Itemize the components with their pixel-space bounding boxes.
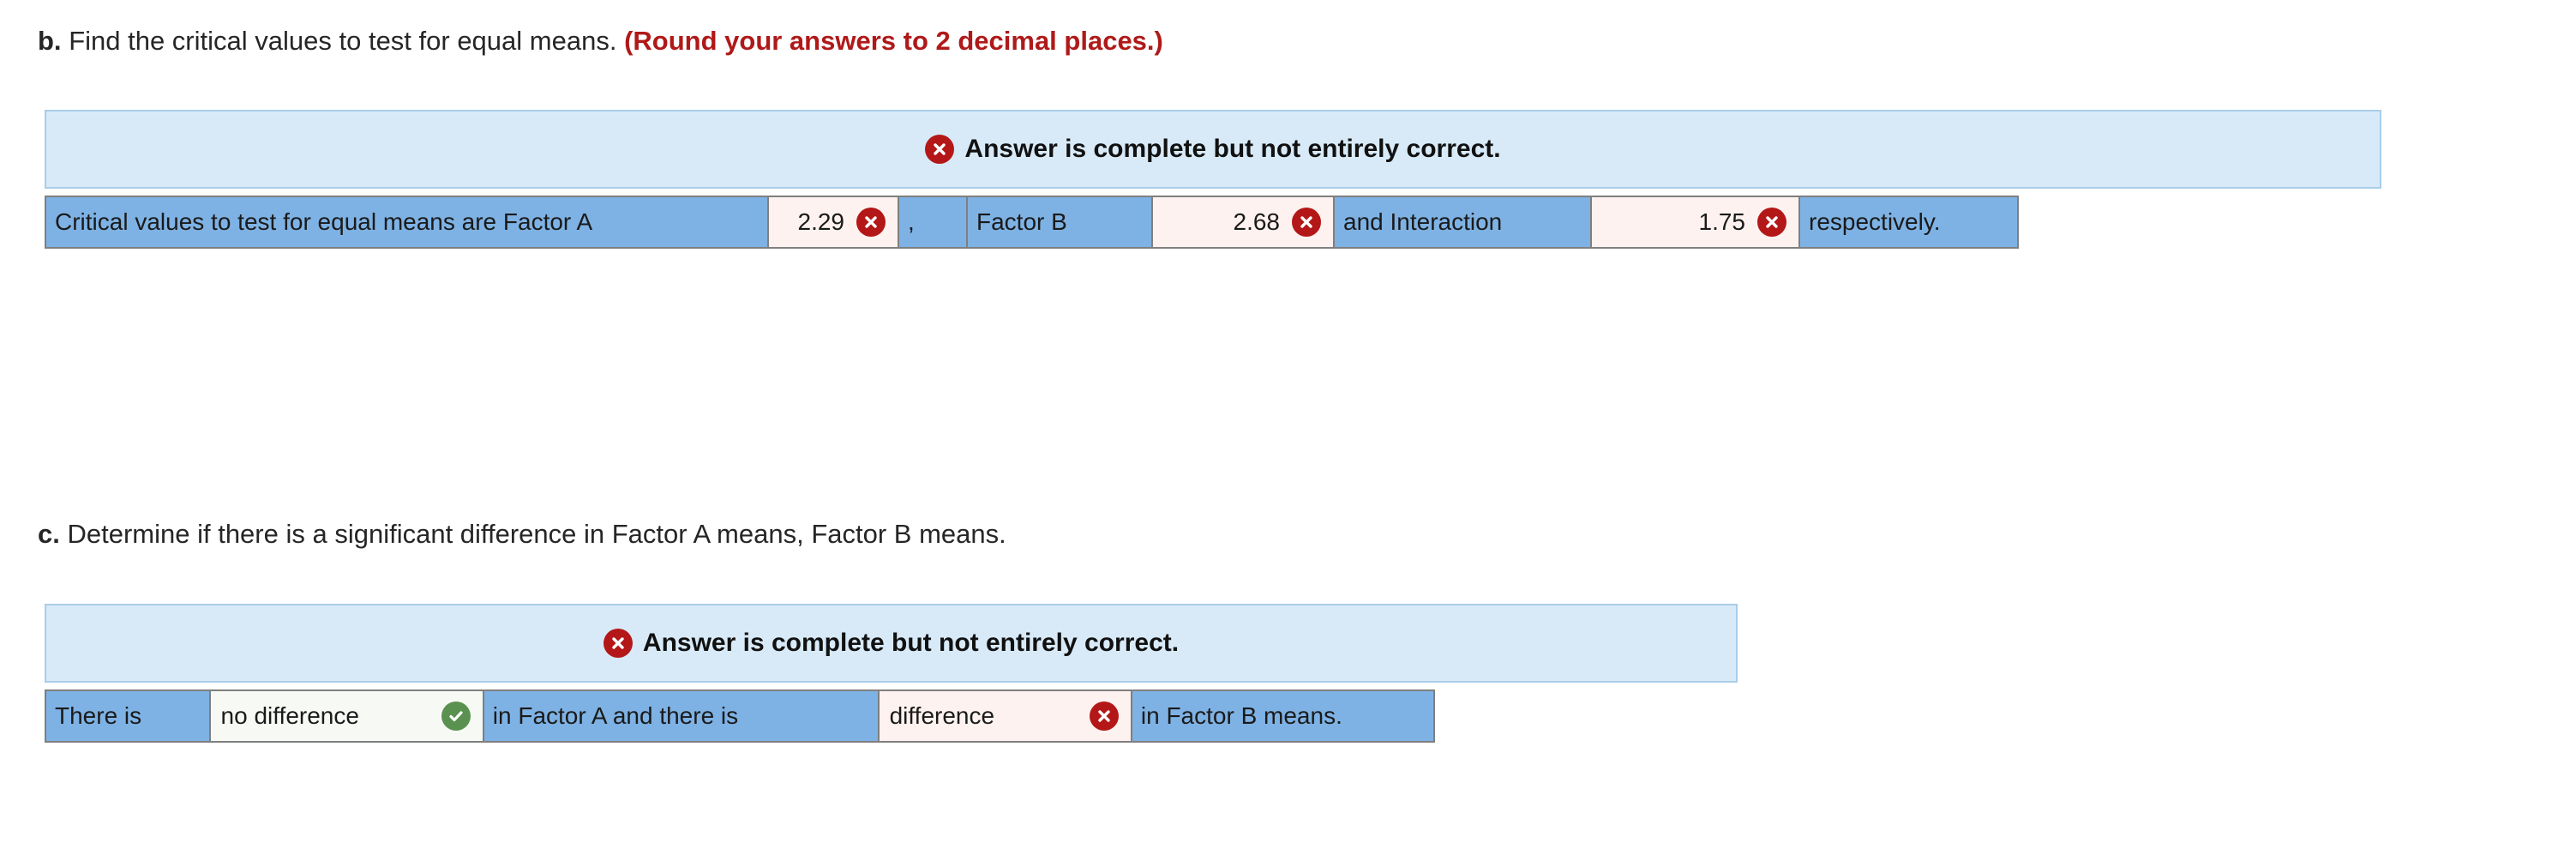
answer-b-factor-b-input[interactable]: 2.68 [1153,197,1335,247]
question-b-label: b. [38,26,62,56]
x-circle-icon [925,135,955,164]
question-c-text: Determine if there is a significant diff… [67,519,1006,549]
answer-c-text-there-is-label: There is [55,702,142,729]
check-circle-icon [441,701,471,731]
answer-c-factor-b-select[interactable]: difference [879,691,1132,741]
answer-c-text-there-is: There is [46,691,211,741]
answer-b-text-respectively: respectively. [1800,197,2017,247]
question-b-text: Find the critical values to test for equ… [69,26,617,56]
answer-c-factor-a-select[interactable]: no difference [210,691,484,741]
answer-b-factor-a-input[interactable]: 2.29 [769,197,899,247]
answer-b-text-interaction: and Interaction [1335,197,1592,247]
answer-b-comma-label: , [908,208,915,235]
answer-b-text-0: Critical values to test for equal means … [46,197,769,247]
answer-c-text-end-label: in Factor B means. [1140,702,1342,729]
answer-b-text-interaction-label: and Interaction [1343,208,1503,235]
answer-c-text-end: in Factor B means. [1132,691,1433,741]
answer-c-factor-a-value: no difference [220,702,359,729]
question-b-status-text: Answer is complete but not entirely corr… [964,135,1501,163]
answer-b-factor-b-value: 2.68 [1233,208,1281,235]
question-c-label: c. [38,519,60,549]
answer-b-text-factor-b-label: Factor B [976,208,1067,235]
question-c-prompt: c. Determine if there is a significant d… [38,519,1006,550]
answer-c-text-middle-label: in Factor A and there is [492,702,739,729]
x-circle-icon [1757,208,1786,237]
question-b-prompt: b. Find the critical values to test for … [38,26,1163,57]
question-c-status-banner: Answer is complete but not entirely corr… [45,604,1738,683]
x-circle-icon [603,629,633,658]
answer-b-text-respectively-label: respectively. [1809,208,1941,235]
x-circle-icon [1089,701,1119,731]
question-c-status-text: Answer is complete but not entirely corr… [642,629,1180,657]
answer-b-factor-a-value: 2.29 [797,208,845,235]
x-circle-icon [856,208,886,237]
question-c-answer-row: There is no difference in Factor A and t… [45,689,1435,743]
question-b-answer-row: Critical values to test for equal means … [45,196,2019,249]
question-b-note: (Round your answers to 2 decimal places.… [624,26,1163,56]
answer-c-text-middle: in Factor A and there is [483,691,880,741]
answer-b-text-0-label: Critical values to test for equal means … [55,208,593,235]
answer-b-interaction-value: 1.75 [1698,208,1746,235]
question-b-status-banner: Answer is complete but not entirely corr… [45,110,2381,189]
answer-b-comma: , [899,197,968,247]
answer-b-interaction-input[interactable]: 1.75 [1592,197,1800,247]
answer-b-text-factor-b: Factor B [968,197,1153,247]
x-circle-icon [1292,208,1321,237]
answer-c-factor-b-value: difference [889,702,995,729]
